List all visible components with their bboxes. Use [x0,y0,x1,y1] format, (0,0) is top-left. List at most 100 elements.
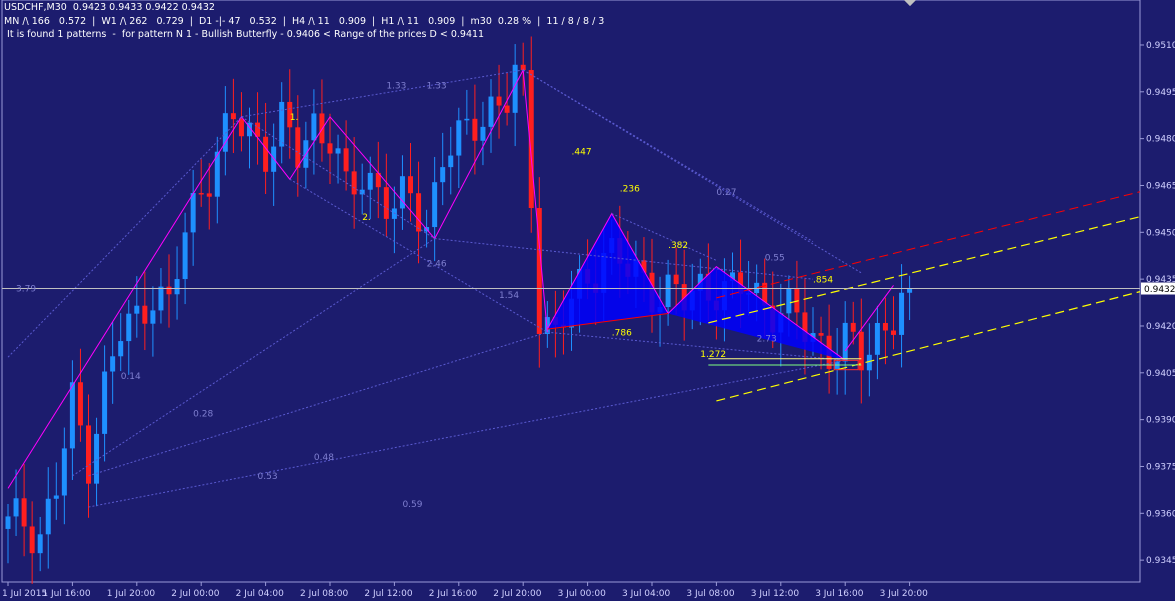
candle-body [174,279,180,295]
pattern-annotation: 0.28 [193,410,213,420]
fib-dotted-line [522,69,814,243]
pattern-annotation: 2.46 [427,260,447,270]
candle-body [45,498,51,535]
candle-body [29,526,35,554]
candle-body [53,495,59,499]
candle-body [238,119,244,137]
candle-body [206,193,212,197]
candle-body [464,118,470,121]
fib-dotted-line [522,69,862,274]
pattern-status-line: It is found 1 patterns - for pattern N 1… [4,29,485,40]
candle-body [432,182,438,228]
candle-body [850,322,856,332]
pattern-annotation: 2.73 [757,335,777,345]
x-tick-label: 3 Jul 04:00 [622,589,671,599]
candle-body [150,310,156,324]
y-tick-label: 0.9390 [1146,416,1175,426]
candle-body [367,172,373,190]
candle-body [126,313,132,342]
candle-body [496,96,502,106]
x-tick-label: 2 Jul 08:00 [300,589,349,599]
pattern-annotation: 1.33 [386,82,406,92]
candle-body [899,292,905,335]
candle-body [440,167,446,183]
candle-body [472,118,478,141]
pattern-annotation: 0.55 [765,253,785,263]
candle-body [480,126,486,141]
pattern-annotation: 1. [290,113,299,123]
candle-body [891,330,896,335]
x-tick-label: 3 Jul 16:00 [815,589,864,599]
pattern-annotation: 1.54 [499,291,519,301]
candle-body [279,101,285,147]
x-axis: 1 Jul 20151 Jul 16:00 1 Jul 20:00 2 Jul 00… [2,582,928,599]
pattern-annotation: .447 [572,147,592,157]
candle-body [383,187,389,219]
symbol-quote-line: USDCHF,M30 0.9423 0.9433 0.9422 0.9432 [4,2,215,13]
x-tick-label: 2 Jul 20:00 [493,589,542,599]
candle-body [866,354,872,371]
y-tick-label: 0.9450 [1146,228,1175,238]
x-tick-label: 1 Jul 2015 [2,589,47,599]
current-price-label: 0.9432 [1144,285,1175,295]
x-tick-label: 2 Jul 12:00 [364,589,413,599]
x-tick-label: 2 Jul 00:00 [171,589,220,599]
candle-body [874,323,880,355]
x-tick-label: 2 Jul 16:00 [429,589,478,599]
candle-body [69,382,75,449]
pattern-annotation: 1.272 [700,350,726,360]
x-tick-label: 3 Jul 20:00 [880,589,929,599]
candle-body [673,274,679,285]
candle-body [110,356,116,372]
candle-body [786,288,792,314]
candle-body [182,232,188,280]
candle-body [448,155,454,168]
x-tick-label: 1 Jul 20:00 [107,589,156,599]
candle-body [335,148,341,154]
y-axis: 0.95100.94950.94800.94650.94500.94350.94… [1140,41,1175,566]
pattern-annotation: .382 [668,241,688,251]
candle-body [198,193,204,195]
y-tick-label: 0.9420 [1146,322,1175,332]
candle-body [94,433,100,484]
candle-body [343,148,349,172]
candle-body [351,171,357,195]
pattern-annotation: 3.79 [16,285,36,295]
x-tick-label: 3 Jul 00:00 [558,589,607,599]
y-tick-label: 0.9345 [1146,556,1175,566]
pattern-annotation: .854 [813,275,833,285]
candle-body [77,382,83,426]
x-tick-label: 3 Jul 08:00 [686,589,735,599]
price-chart[interactable]: 1. 2. 1.33 1.33 .447 .236 .382 .854 .786 1.272 0.2… [0,0,1175,601]
y-tick-label: 0.9510 [1146,41,1175,51]
chart-window[interactable]: 1. 2. 1.33 1.33 .447 .236 .382 .854 .786 1.272 0.2… [0,0,1175,601]
candle-body [818,333,824,336]
fib-dotted-line [7,116,242,358]
candle-body [230,113,236,120]
y-tick-label: 0.9405 [1146,369,1175,379]
candle-body [61,448,67,496]
fib-dotted-line [88,359,846,508]
candle-body [134,305,140,314]
candle-body [21,498,27,527]
pattern-annotation: 1.33 [427,82,447,92]
x-tick-label: 2 Jul 04:00 [236,589,285,599]
candle-body [190,193,196,233]
y-tick-label: 0.9375 [1146,462,1175,472]
candle-body [37,534,43,554]
candle-body [102,371,108,434]
candle-body [13,498,19,517]
candle-body [416,193,422,232]
pattern-annotation: 0.53 [258,472,278,482]
candle-body [456,120,462,156]
candle-body [665,274,671,308]
y-tick-label: 0.9480 [1146,135,1175,145]
candle-body [166,286,172,295]
pattern-annotation: 0.14 [121,372,141,382]
timeframe-stats-line: MN /\ 166 0.572 | W1 /\ 262 0.729 | D1 -… [4,16,605,27]
candle-body [408,176,413,194]
candle-body [118,341,124,357]
candle-body [327,143,333,154]
pattern-annotation: 2. [362,213,371,223]
y-tick-label: 0.9360 [1146,509,1175,519]
